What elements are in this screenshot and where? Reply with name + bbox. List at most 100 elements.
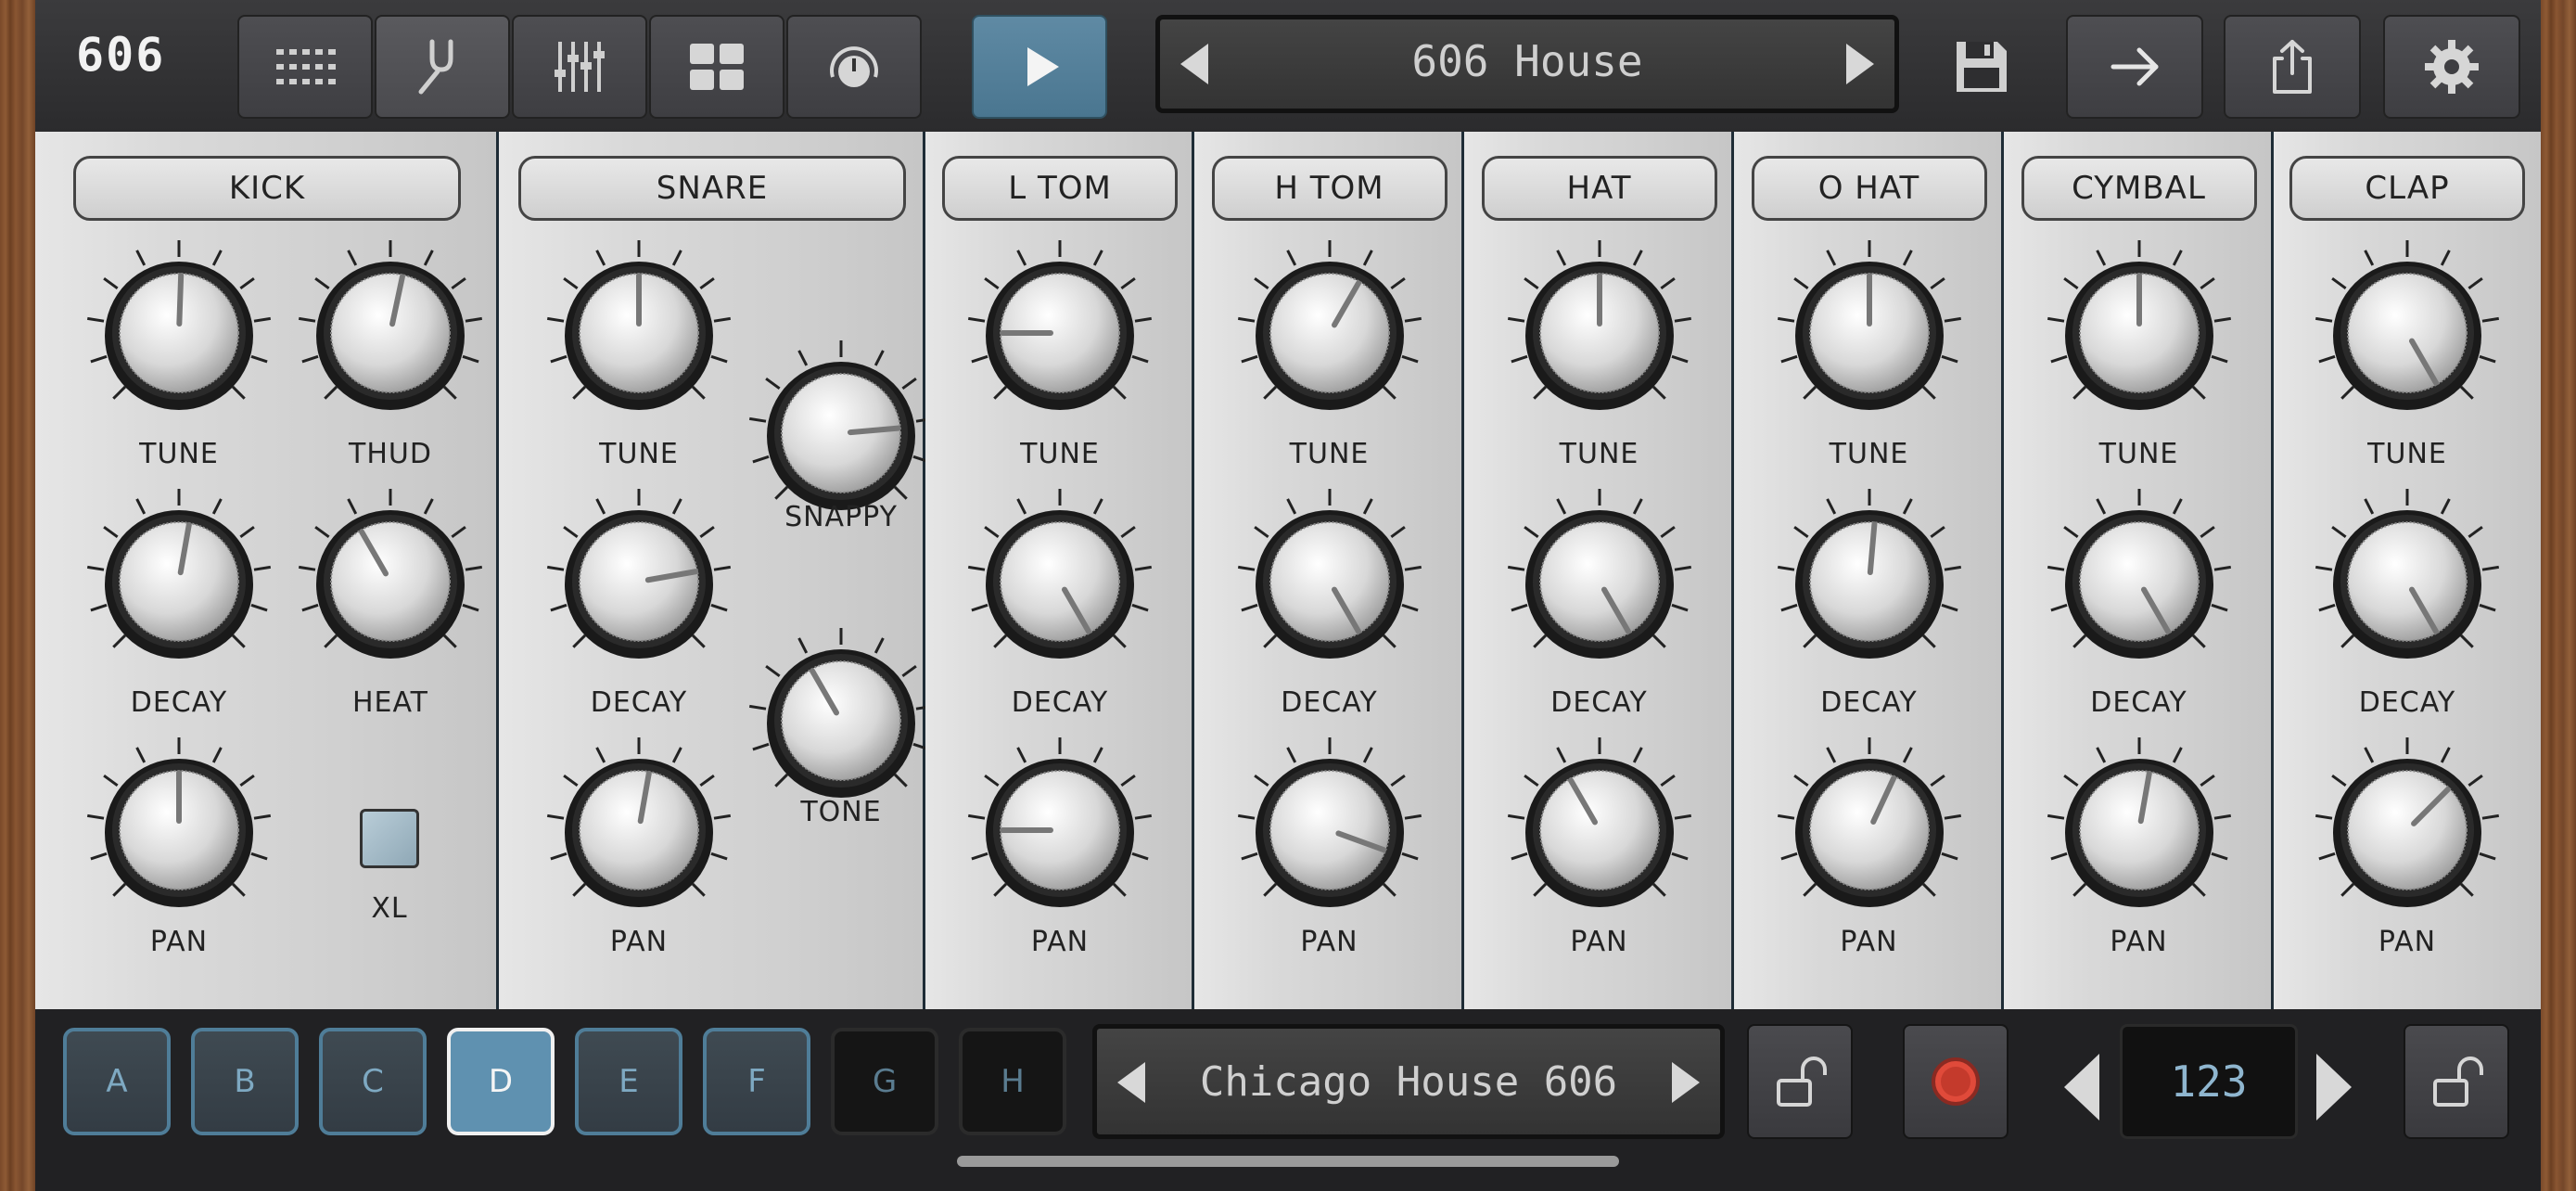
pattern-c-button[interactable]: C xyxy=(319,1028,427,1135)
pattern-lock-button[interactable] xyxy=(1747,1024,1853,1139)
knob-label: PAN xyxy=(1300,926,1358,958)
knob-label: DECAY xyxy=(2090,686,2187,719)
knob[interactable] xyxy=(2310,236,2505,430)
arrow-right-icon xyxy=(2111,47,2159,86)
instrument-select-button[interactable]: CLAP xyxy=(2289,156,2525,221)
pattern-a-button[interactable]: A xyxy=(63,1028,171,1135)
knob-label: TUNE xyxy=(2098,438,2179,470)
instrument-select-button[interactable]: CYMBAL xyxy=(2021,156,2257,221)
knob[interactable] xyxy=(963,733,1157,928)
tempo-increase-button[interactable] xyxy=(2316,1054,2352,1121)
settings-button[interactable] xyxy=(2383,15,2520,119)
knob-label: DECAY xyxy=(1011,686,1109,719)
knob[interactable] xyxy=(1502,236,1697,430)
knob[interactable] xyxy=(1502,484,1697,679)
preset-next-button[interactable] xyxy=(1846,44,1874,84)
mixer-tab[interactable] xyxy=(512,15,647,119)
knob[interactable] xyxy=(542,733,736,928)
knob[interactable] xyxy=(1502,733,1697,928)
knob[interactable] xyxy=(1232,733,1427,928)
knob[interactable] xyxy=(1232,484,1427,679)
knob[interactable] xyxy=(542,484,736,679)
gear-icon xyxy=(2425,40,2479,94)
knob-label: SNAPPY xyxy=(784,501,898,533)
pads-tab[interactable] xyxy=(649,15,784,119)
instrument-select-button[interactable]: O HAT xyxy=(1751,156,1987,221)
instrument-select-button[interactable]: H TOM xyxy=(1211,156,1447,221)
instrument-select-button[interactable]: SNARE xyxy=(518,156,906,221)
pattern-e-button[interactable]: E xyxy=(575,1028,682,1135)
knob[interactable] xyxy=(963,484,1157,679)
knob[interactable] xyxy=(293,484,488,679)
share-button[interactable] xyxy=(2224,15,2361,119)
preset-name: 606 House xyxy=(1411,36,1643,86)
knob-label: DECAY xyxy=(2358,686,2456,719)
floppy-disk-icon xyxy=(1957,42,2007,92)
tempo-display[interactable]: 123 xyxy=(2120,1024,2298,1139)
pattern-d-button[interactable]: D xyxy=(447,1028,555,1135)
knob[interactable] xyxy=(963,236,1157,430)
knob[interactable] xyxy=(1232,236,1427,430)
knob-label: PAN xyxy=(1840,926,1898,958)
unlock-icon xyxy=(1777,1057,1827,1107)
wood-panel-left xyxy=(0,0,35,1191)
export-button[interactable] xyxy=(2066,15,2203,119)
knob-label: TUNE xyxy=(2367,438,2447,470)
tempo-decrease-button[interactable] xyxy=(2064,1054,2099,1121)
pattern-h-button[interactable]: H xyxy=(959,1028,1066,1135)
app-logo: 606 xyxy=(76,28,166,82)
kit-name: Chicago House 606 xyxy=(1199,1058,1618,1106)
knob[interactable] xyxy=(2310,484,2505,679)
instrument-column-o-hat: O HAT TUNE DECAY PAN xyxy=(1734,132,2004,1009)
tuning-fork-icon xyxy=(418,39,453,95)
knob[interactable] xyxy=(2042,484,2237,679)
knob[interactable] xyxy=(1772,484,1967,679)
knob-label: PAN xyxy=(1570,926,1628,958)
knob[interactable] xyxy=(82,236,276,430)
instrument-panel: KICK TUNE THUD DECAY HEAT PAN XL SNARE TUNE SNAPP… xyxy=(35,132,2541,1009)
kit-next-button[interactable] xyxy=(1672,1062,1700,1103)
save-button[interactable] xyxy=(1931,15,2033,119)
pattern-b-button[interactable]: B xyxy=(191,1028,299,1135)
preset-selector: 606 House xyxy=(1155,15,1899,113)
pattern-g-button[interactable]: G xyxy=(831,1028,938,1135)
knob-label: DECAY xyxy=(1281,686,1378,719)
xl-toggle[interactable] xyxy=(360,809,419,868)
four-squares-icon xyxy=(690,44,744,90)
home-indicator xyxy=(957,1156,1619,1167)
tempo-lock-button[interactable] xyxy=(2404,1024,2509,1139)
tune-tab[interactable] xyxy=(375,15,510,119)
xl-label: XL xyxy=(371,892,408,925)
knob[interactable] xyxy=(2042,733,2237,928)
knob-icon xyxy=(830,46,878,87)
instrument-column-l-tom: L TOM TUNE DECAY PAN xyxy=(925,132,1194,1009)
knob[interactable] xyxy=(1772,733,1967,928)
knob[interactable] xyxy=(293,236,488,430)
knob[interactable] xyxy=(1772,236,1967,430)
knob-label: HEAT xyxy=(351,686,429,719)
record-button[interactable] xyxy=(1903,1024,2009,1139)
unlock-icon xyxy=(2433,1057,2483,1107)
knob[interactable] xyxy=(744,623,938,818)
instrument-column-clap: CLAP TUNE DECAY PAN xyxy=(2274,132,2541,1009)
pattern-f-button[interactable]: F xyxy=(703,1028,810,1135)
knob[interactable] xyxy=(82,733,276,928)
knob[interactable] xyxy=(2310,733,2505,928)
knob-label: TUNE xyxy=(599,438,679,470)
play-button[interactable] xyxy=(972,15,1107,119)
share-icon xyxy=(2273,40,2312,94)
knob-label: TUNE xyxy=(1289,438,1370,470)
knob[interactable] xyxy=(2042,236,2237,430)
instrument-column-snare: SNARE TUNE SNAPPY DECAY TONE PAN xyxy=(499,132,934,1009)
knob-label: DECAY xyxy=(1550,686,1648,719)
pattern-grid-tab[interactable] xyxy=(237,15,373,119)
knob[interactable] xyxy=(542,236,736,430)
knob-label: TUNE xyxy=(1829,438,1909,470)
instrument-select-button[interactable]: KICK xyxy=(73,156,461,221)
knob-label: TONE xyxy=(800,796,882,828)
knob-tab[interactable] xyxy=(786,15,922,119)
instrument-select-button[interactable]: HAT xyxy=(1481,156,1717,221)
top-toolbar: 606 606 House xyxy=(35,0,2541,132)
instrument-select-button[interactable]: L TOM xyxy=(942,156,1178,221)
knob[interactable] xyxy=(82,484,276,679)
